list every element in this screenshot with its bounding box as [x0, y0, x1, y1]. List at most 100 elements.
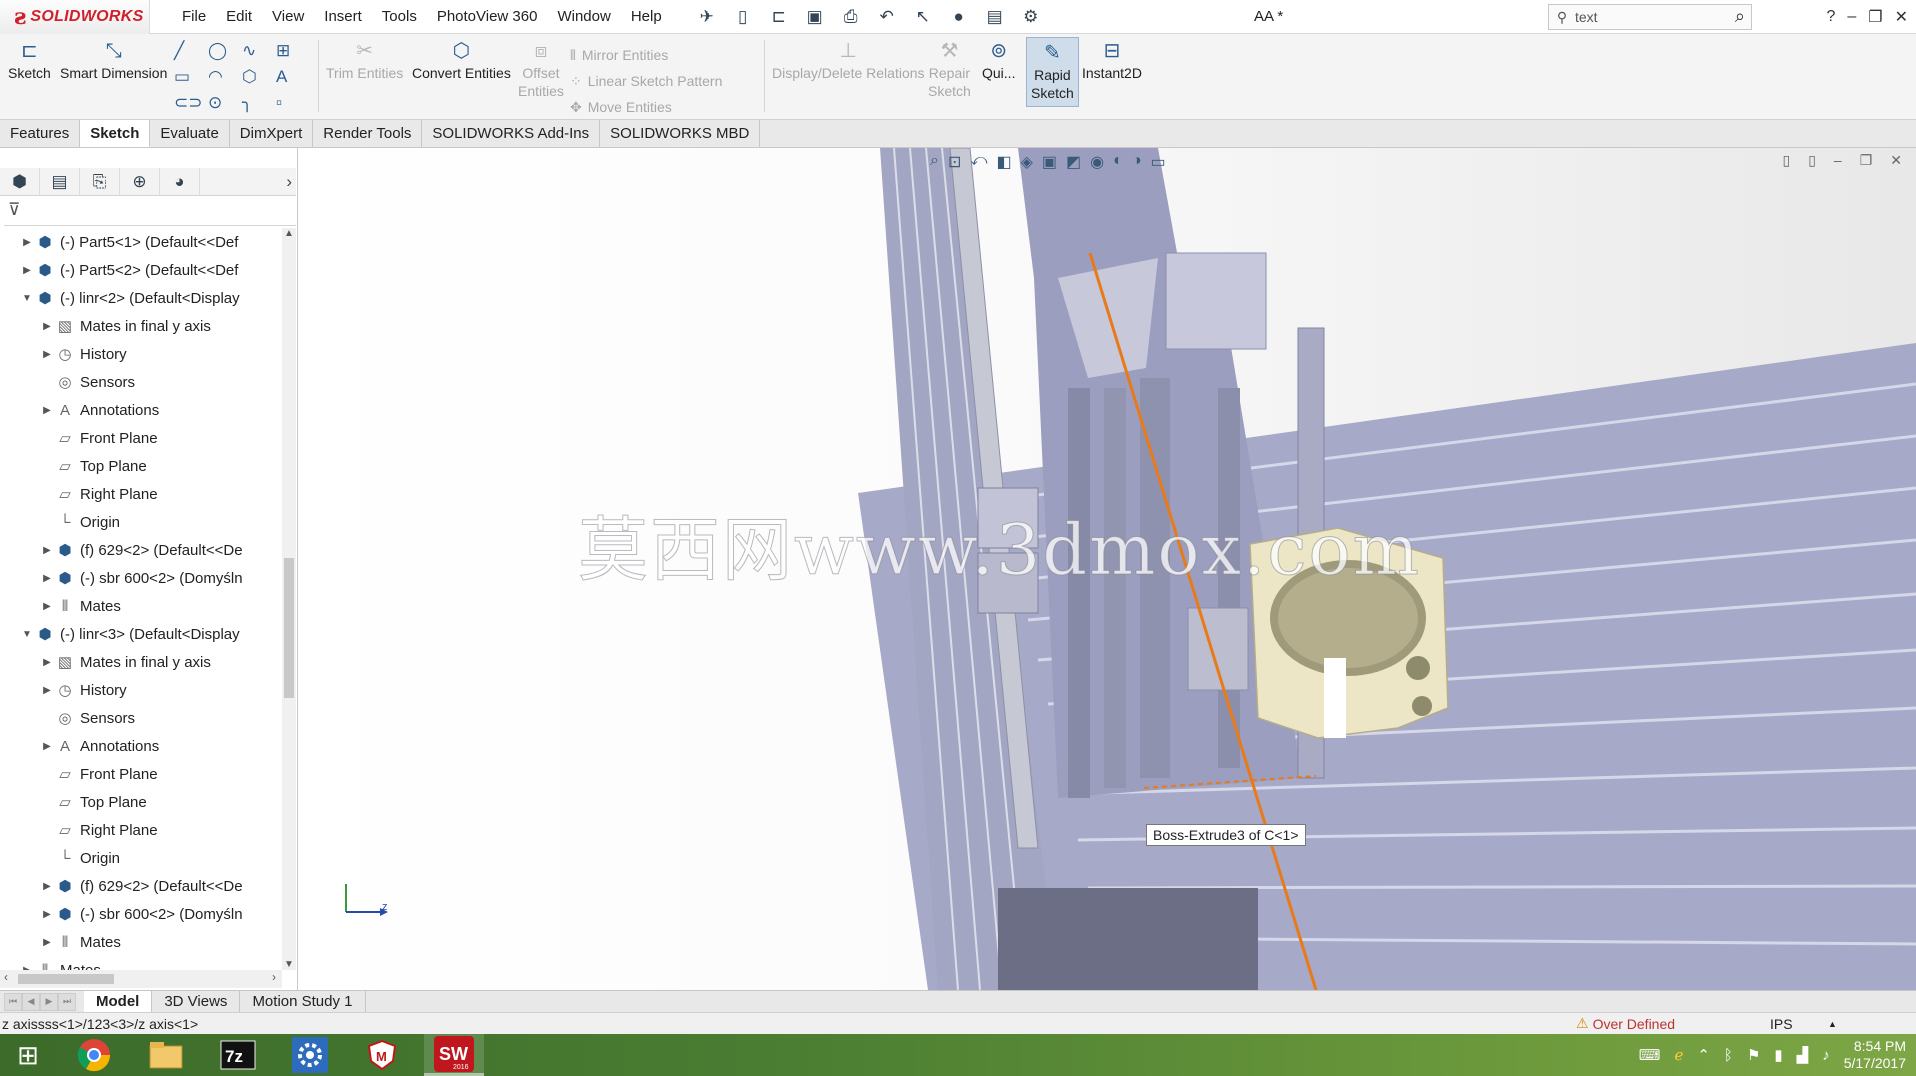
- select-icon[interactable]: ↖: [908, 4, 938, 30]
- close-icon[interactable]: ✕: [1895, 7, 1908, 27]
- expand-arrow-icon[interactable]: ▶: [20, 237, 34, 248]
- tree-node[interactable]: ◎ Sensors: [0, 368, 282, 396]
- viewport-close-icon[interactable]: ✕: [1890, 152, 1902, 169]
- search-icon[interactable]: ⌕: [1735, 6, 1745, 27]
- expand-arrow-icon[interactable]: ▶: [40, 349, 54, 360]
- polygon-icon[interactable]: ⬡: [242, 66, 276, 88]
- tree-node[interactable]: ▶ ⫴ Mates: [0, 928, 282, 956]
- menu-edit[interactable]: Edit: [216, 0, 262, 34]
- expand-arrow-icon[interactable]: ▶: [40, 909, 54, 920]
- tree-node[interactable]: ▼ ⬢ (-) linr<2> (Default<Display: [0, 284, 282, 312]
- move-entities-button[interactable]: ✥ Move Entities: [570, 94, 722, 120]
- view-orientation-icon[interactable]: ▣: [1042, 152, 1057, 172]
- save-icon[interactable]: ▣: [800, 4, 830, 30]
- split-view-icon[interactable]: ▯: [1782, 152, 1790, 169]
- tree-node[interactable]: ▶ A Annotations: [0, 732, 282, 760]
- property-manager-tab-icon[interactable]: ▤: [40, 167, 80, 196]
- expand-arrow-icon[interactable]: ▶: [40, 545, 54, 556]
- pin-icon[interactable]: ✈: [692, 4, 722, 30]
- apply-scene-icon[interactable]: ◑: [1132, 152, 1142, 172]
- tree-node[interactable]: ▶ ◷ History: [0, 340, 282, 368]
- tab-dimxpert[interactable]: DimXpert: [230, 120, 314, 147]
- tab-mbd[interactable]: SOLIDWORKS MBD: [600, 120, 761, 147]
- tab-render-tools[interactable]: Render Tools: [313, 120, 423, 147]
- restore-icon[interactable]: ❐: [1868, 7, 1882, 27]
- new-document-icon[interactable]: ▯: [728, 4, 758, 30]
- menu-file[interactable]: File: [172, 0, 216, 34]
- expand-arrow-icon[interactable]: ▶: [40, 937, 54, 948]
- tree-node[interactable]: ▶ ▧ Mates in final y axis: [0, 648, 282, 676]
- menu-help[interactable]: Help: [621, 0, 672, 34]
- collapse-arrow-icon[interactable]: ▼: [20, 629, 34, 640]
- tree-node[interactable]: ▶ ⫴ Mates: [0, 592, 282, 620]
- scroll-down-icon[interactable]: ▼: [282, 959, 296, 970]
- instant2d-button[interactable]: ⊟ Instant2D: [1082, 38, 1142, 82]
- expand-chevron-icon[interactable]: ›: [286, 168, 292, 196]
- zoom-to-fit-icon[interactable]: ⌕: [930, 152, 939, 172]
- configuration-manager-tab-icon[interactable]: ⎘: [80, 167, 120, 196]
- windows-start-icon[interactable]: ⊞: [0, 1034, 56, 1076]
- tree-node[interactable]: ▶ ⬢ (-) sbr 600<2> (Domyśln: [0, 564, 282, 592]
- tree-node[interactable]: ▶ ⬢ (-) Part5<1> (Default<<Def: [0, 228, 282, 256]
- tree-node[interactable]: ▱ Front Plane: [0, 760, 282, 788]
- ie-update-icon[interactable]: ℯ: [1674, 1046, 1683, 1064]
- expand-arrow-icon[interactable]: ▶: [20, 265, 34, 276]
- open-icon[interactable]: ⊏: [764, 4, 794, 30]
- graphics-area[interactable]: ⌕ ⊡ ⤺ ◧ ◈ ▣ ◩ ◉ ◐ ◑ ▭ ▯ ▯ – ❐ ✕ 莫西网www.3…: [298, 148, 1916, 990]
- bluetooth-icon[interactable]: ᛒ: [1724, 1047, 1733, 1064]
- file-explorer-icon[interactable]: [136, 1034, 196, 1076]
- options-gear-icon[interactable]: ⚙: [1016, 4, 1046, 30]
- tree-node[interactable]: ▱ Right Plane: [0, 480, 282, 508]
- plane-icon[interactable]: ▫: [276, 92, 310, 114]
- sketch-button[interactable]: ⊏ Sketch: [8, 38, 51, 82]
- grid-icon[interactable]: ⊞: [276, 40, 310, 62]
- solidworks-logo[interactable]: ƨ SOLIDWORKS: [0, 0, 150, 34]
- undo-icon[interactable]: ↶: [872, 4, 902, 30]
- tree-node[interactable]: ◎ Sensors: [0, 704, 282, 732]
- tab-sketch[interactable]: Sketch: [80, 120, 151, 147]
- scroll-left-icon[interactable]: ‹: [4, 970, 8, 984]
- expand-arrow-icon[interactable]: ▶: [40, 573, 54, 584]
- menu-tools[interactable]: Tools: [372, 0, 427, 34]
- display-style-icon[interactable]: ◩: [1066, 152, 1081, 172]
- settings-icon[interactable]: [280, 1034, 340, 1076]
- slot-icon[interactable]: ⊂⊃: [174, 92, 208, 114]
- tree-node[interactable]: ▶ ⫴ Mates: [0, 956, 282, 971]
- tree-node[interactable]: ▼ ⬢ (-) linr<3> (Default<Display: [0, 620, 282, 648]
- minimize-icon[interactable]: –: [1847, 8, 1856, 26]
- network-icon[interactable]: ▟: [1797, 1046, 1809, 1064]
- viewport-minimize-icon[interactable]: –: [1834, 152, 1842, 169]
- dimxpert-manager-tab-icon[interactable]: ⊕: [120, 167, 160, 196]
- tree-node[interactable]: ▶ ⬢ (f) 629<2> (Default<<De: [0, 872, 282, 900]
- tab-addins[interactable]: SOLIDWORKS Add-Ins: [422, 120, 601, 147]
- previous-view-icon[interactable]: ⤺: [970, 152, 987, 172]
- hide-show-items-icon[interactable]: ◉: [1090, 152, 1104, 172]
- tree-node[interactable]: ▱ Right Plane: [0, 816, 282, 844]
- display-delete-relations-button[interactable]: ⊥ Display/Delete Relations: [772, 38, 925, 82]
- units-selector[interactable]: IPS: [1770, 1016, 1793, 1032]
- help-icon[interactable]: ?: [1826, 8, 1835, 26]
- menu-view[interactable]: View: [262, 0, 314, 34]
- tab-motion-study[interactable]: Motion Study 1: [240, 991, 366, 1012]
- clock[interactable]: 8:54 PM 5/17/2017: [1844, 1038, 1906, 1072]
- solidworks-taskbar-icon[interactable]: SW 2016: [424, 1034, 484, 1076]
- expand-arrow-icon[interactable]: ▶: [40, 601, 54, 612]
- menu-insert[interactable]: Insert: [314, 0, 372, 34]
- next-tab-icon[interactable]: ▶: [40, 992, 58, 1011]
- display-manager-tab-icon[interactable]: ◕: [160, 167, 200, 196]
- search-box[interactable]: ⚲ ⌕: [1548, 4, 1752, 30]
- tree-filter[interactable]: ⊽: [4, 200, 296, 226]
- file-properties-icon[interactable]: ▤: [980, 4, 1010, 30]
- keyboard-icon[interactable]: ⌨: [1639, 1046, 1661, 1064]
- flag-icon[interactable]: ⚑: [1747, 1046, 1760, 1064]
- tree-node[interactable]: ▶ ⬢ (-) Part5<2> (Default<<Def: [0, 256, 282, 284]
- volume-icon[interactable]: ♪: [1822, 1047, 1830, 1064]
- section-view-icon[interactable]: ◧: [996, 152, 1011, 172]
- tree-horizontal-scrollbar[interactable]: ‹ ›: [0, 970, 282, 988]
- offset-entities-button[interactable]: ⧈ Offset Entities: [518, 38, 564, 100]
- search-input[interactable]: [1575, 9, 1715, 25]
- first-tab-icon[interactable]: ⏮: [4, 992, 22, 1011]
- overdefined-indicator[interactable]: ⚠ Over Defined: [1576, 1015, 1675, 1032]
- battery-icon[interactable]: ▮: [1774, 1046, 1782, 1064]
- show-hidden-icons-icon[interactable]: ⌃: [1697, 1046, 1710, 1064]
